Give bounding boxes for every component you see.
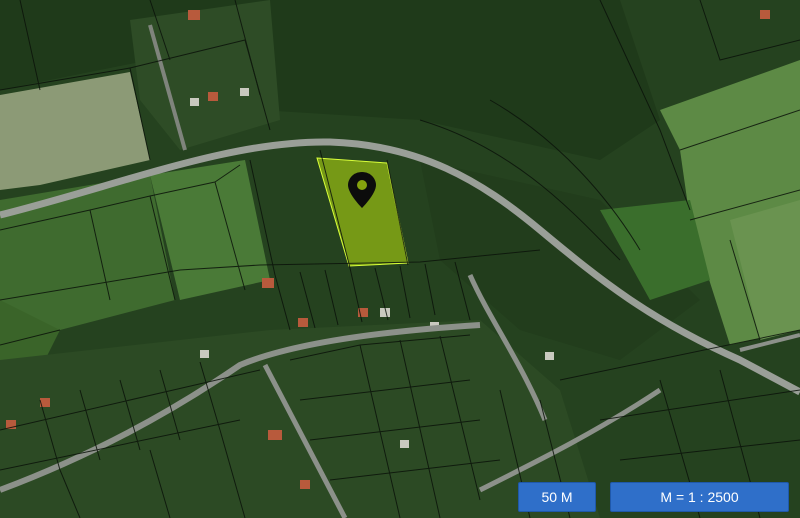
scale-ratio-label: M = 1 : 2500: [610, 482, 789, 512]
scale-bar-label: 50 M: [518, 482, 596, 512]
satellite-imagery: [0, 0, 800, 518]
map-view[interactable]: 50 M M = 1 : 2500: [0, 0, 800, 518]
